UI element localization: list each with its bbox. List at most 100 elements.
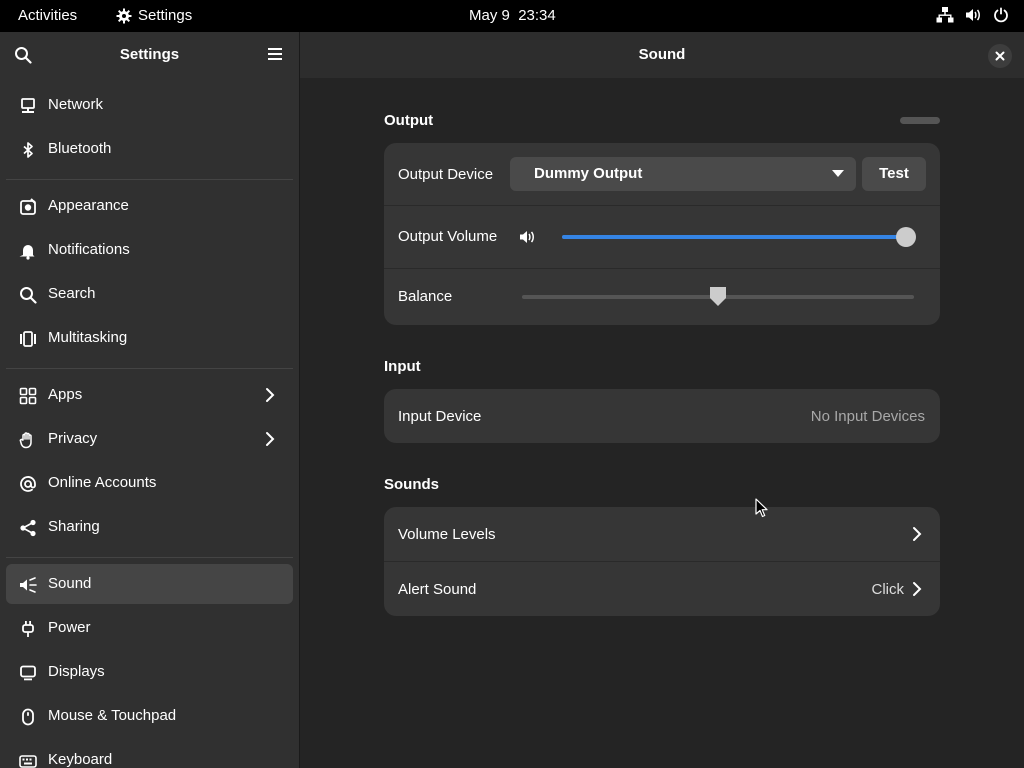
hamburger-menu-icon[interactable]: [267, 47, 283, 61]
page-title: Sound: [638, 46, 686, 63]
sidebar-item-sharing[interactable]: Sharing: [6, 507, 293, 547]
sound-icon: [20, 577, 37, 593]
clock-date: May 9: [469, 7, 510, 24]
sidebar-item-label: Apps: [48, 386, 83, 403]
output-volume-label: Output Volume: [398, 228, 498, 245]
system-tray[interactable]: [936, 6, 1010, 24]
main-pane: Sound Output Output Device Dummy Output …: [300, 32, 1024, 768]
sidebar-item-label: Search: [48, 285, 96, 302]
balance-handle[interactable]: [708, 285, 728, 307]
mouse-pointer-icon: [755, 498, 768, 518]
alert-sound-label: Alert Sound: [398, 581, 477, 598]
display-icon: [20, 665, 36, 681]
input-card: Input Device No Input Devices: [384, 389, 940, 443]
balance-handle-shape: [710, 287, 726, 306]
appearance-icon: [20, 198, 36, 215]
keyboard-icon: [19, 755, 37, 768]
app-name: Settings: [138, 7, 193, 24]
output-volume-row: Output Volume: [384, 206, 940, 268]
output-section-title: Output: [384, 112, 434, 129]
sidebar-item-label: Network: [48, 96, 104, 113]
chevron-down-icon: [832, 170, 844, 177]
activities-button[interactable]: Activities: [18, 7, 77, 24]
sounds-card: Volume Levels Alert Sound Click: [384, 507, 940, 616]
sounds-section-title: Sounds: [384, 476, 439, 493]
hand-icon: [19, 432, 32, 449]
network-icon: [21, 98, 35, 113]
bell-icon: [19, 245, 35, 260]
sidebar-title: Settings: [119, 46, 180, 63]
clock[interactable]: May 9 23:34: [469, 7, 556, 24]
output-card: Output Device Dummy Output Test Output V…: [384, 143, 940, 325]
sidebar-item-displays[interactable]: Displays: [6, 652, 293, 692]
chevron-right-icon: [913, 582, 922, 596]
power-plug-icon: [22, 621, 34, 637]
sidebar-divider: [6, 557, 293, 558]
output-device-value: Dummy Output: [534, 165, 643, 182]
share-icon: [20, 519, 36, 537]
spinner-indicator: [900, 117, 940, 124]
apps-icon: [19, 387, 37, 405]
output-volume-fill: [562, 235, 912, 239]
network-icon: [936, 7, 954, 23]
sidebar-item-label: Power: [48, 619, 91, 636]
sidebar-item-label: Bluetooth: [48, 140, 112, 157]
sidebar-item-label: Sound: [48, 575, 92, 592]
alert-sound-value: Click: [871, 581, 905, 598]
sidebar-item-label: Privacy: [48, 430, 98, 447]
close-icon: [995, 51, 1005, 61]
sidebar-divider: [6, 368, 293, 369]
top-bar: Activities Settings May 9 23:34: [0, 0, 1024, 32]
balance-label: Balance: [398, 288, 453, 305]
power-icon: [994, 7, 1008, 23]
sidebar-item-search[interactable]: Search: [6, 274, 293, 314]
speaker-icon[interactable]: [518, 228, 536, 246]
input-device-label: Input Device: [398, 408, 482, 425]
sidebar-item-mouse-touchpad[interactable]: Mouse & Touchpad: [6, 696, 293, 736]
output-device-dropdown[interactable]: Dummy Output: [510, 157, 856, 191]
close-button[interactable]: [988, 44, 1012, 68]
clock-time: 23:34: [518, 7, 556, 24]
app-menu[interactable]: Settings: [116, 7, 192, 24]
sidebar-divider: [6, 179, 293, 180]
volume-icon: [966, 9, 980, 21]
chevron-right-icon: [266, 432, 275, 446]
volume-levels-label: Volume Levels: [398, 526, 496, 543]
sidebar: Settings Network Bluetooth Appearance No…: [0, 32, 299, 768]
sidebar-item-bluetooth[interactable]: Bluetooth: [6, 129, 293, 169]
sidebar-item-label: Mouse & Touchpad: [48, 707, 177, 724]
sidebar-item-label: Sharing: [48, 518, 100, 535]
chevron-right-icon: [913, 527, 922, 541]
output-device-label: Output Device: [398, 166, 494, 183]
sidebar-item-label: Notifications: [48, 241, 130, 258]
sidebar-item-multitasking[interactable]: Multitasking: [6, 318, 293, 358]
gear-icon: [116, 8, 132, 23]
output-device-row: Output Device Dummy Output Test: [384, 143, 940, 205]
volume-levels-row[interactable]: Volume Levels: [384, 507, 940, 561]
sidebar-item-appearance[interactable]: Appearance: [6, 186, 293, 226]
sidebar-item-network[interactable]: Network: [6, 85, 293, 125]
sidebar-item-keyboard[interactable]: Keyboard: [6, 740, 293, 768]
input-device-value: No Input Devices: [810, 408, 925, 425]
sidebar-item-sound[interactable]: Sound: [6, 564, 293, 604]
mouse-icon: [22, 708, 34, 726]
sidebar-header: Settings: [0, 32, 299, 78]
search-icon: [20, 287, 37, 304]
sidebar-item-notifications[interactable]: Notifications: [6, 230, 293, 270]
input-section-title: Input: [384, 358, 421, 375]
sidebar-item-label: Displays: [48, 663, 105, 680]
sidebar-item-privacy[interactable]: Privacy: [6, 419, 293, 459]
sidebar-item-label: Multitasking: [48, 329, 128, 346]
multitasking-icon: [20, 331, 36, 347]
sidebar-item-online-accounts[interactable]: Online Accounts: [6, 463, 293, 503]
sidebar-item-apps[interactable]: Apps: [6, 375, 293, 415]
input-device-row: Input Device No Input Devices: [384, 389, 940, 443]
bluetooth-icon: [23, 142, 33, 158]
test-button[interactable]: Test: [862, 157, 926, 191]
alert-sound-row[interactable]: Alert Sound Click: [384, 562, 940, 616]
sidebar-item-power[interactable]: Power: [6, 608, 293, 648]
chevron-right-icon: [266, 388, 275, 402]
main-header: Sound: [300, 32, 1024, 78]
output-volume-handle[interactable]: [896, 227, 916, 247]
sidebar-item-label: Online Accounts: [48, 474, 157, 491]
